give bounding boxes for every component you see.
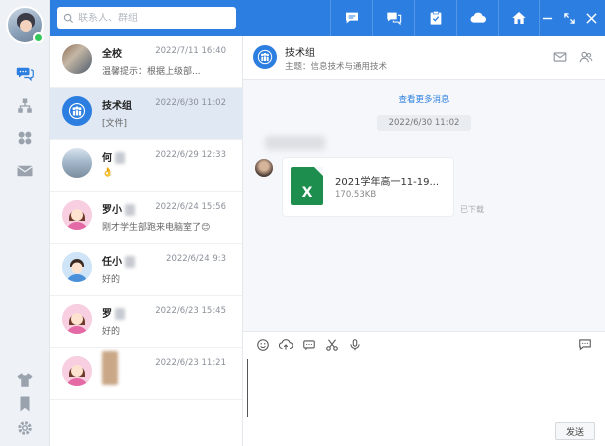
- search-icon: [63, 13, 74, 23]
- conversation-preview: 好的: [102, 275, 121, 285]
- sender-name-blurred: [265, 136, 325, 150]
- top-bar: [50, 0, 605, 36]
- emoji-icon[interactable]: [255, 337, 270, 352]
- conversation-time: 2022/6/23 11:21: [155, 358, 226, 368]
- task-clipboard-icon[interactable]: [414, 0, 456, 36]
- group-avatar: [253, 45, 277, 69]
- conversation-name: 何: [102, 149, 126, 164]
- conversation-item[interactable]: 全校 2022/7/11 16:40 温馨提示：根据上级部...: [50, 36, 242, 88]
- message-history-icon[interactable]: [578, 337, 593, 352]
- send-button[interactable]: 发送: [555, 422, 595, 440]
- avatar: [62, 200, 92, 230]
- conversation-name: 罗: [102, 305, 126, 320]
- avatar: [62, 356, 92, 386]
- chat-panel: 技术组 主题：信息技术与通用技术 查看更多消息 2022/6/30 11:02 …: [243, 36, 605, 446]
- conversation-preview: [文件]: [102, 119, 128, 129]
- apps-nav-icon[interactable]: [13, 127, 37, 149]
- conversation-list: 全校 2022/7/11 16:40 温馨提示：根据上级部... 技术组 202…: [50, 36, 243, 446]
- conversation-item[interactable]: 任小 2022/6/24 9:3 好的: [50, 244, 242, 296]
- close-icon[interactable]: [583, 10, 599, 26]
- minimize-icon[interactable]: [539, 10, 555, 26]
- conversation-time: 2022/6/30 11:02: [155, 98, 226, 108]
- search-box[interactable]: [57, 7, 236, 29]
- file-name: 2021学年高一11-19...: [335, 177, 440, 188]
- conversation-name: 全校: [102, 49, 122, 60]
- sender-avatar[interactable]: [255, 159, 273, 177]
- conversation-name: 技术组: [102, 101, 132, 112]
- group-people-icon: [68, 102, 86, 120]
- conversation-name: 任小: [102, 253, 136, 268]
- messages-nav-icon[interactable]: [13, 62, 37, 84]
- conversation-preview: 温馨提示：根据上级部...: [102, 67, 201, 77]
- message-composer: 发送: [243, 331, 605, 446]
- conversation-time: 2022/6/29 12:33: [155, 150, 226, 160]
- conversation-time: 2022/7/11 16:40: [155, 46, 226, 56]
- search-input[interactable]: [78, 12, 218, 24]
- left-rail: [0, 0, 50, 446]
- mail-nav-icon[interactable]: [13, 160, 37, 182]
- settings-gear-icon[interactable]: [13, 417, 37, 439]
- bookmark-icon[interactable]: [13, 393, 37, 415]
- avatar: [62, 252, 92, 282]
- online-status-dot: [33, 32, 44, 43]
- avatar: [62, 44, 92, 74]
- load-more-link[interactable]: 查看更多消息: [243, 93, 605, 105]
- upload-icon[interactable]: [278, 337, 293, 352]
- chat-bubble-icon[interactable]: [330, 0, 372, 36]
- conversation-time: 2022/6/24 9:3: [166, 254, 226, 264]
- group-chat-icon[interactable]: [372, 0, 414, 36]
- my-avatar[interactable]: [6, 6, 44, 44]
- theme-shirt-icon[interactable]: [13, 369, 37, 391]
- home-icon[interactable]: [498, 0, 540, 36]
- conversation-preview: 👌: [102, 168, 114, 178]
- quick-reply-icon[interactable]: [301, 337, 316, 352]
- excel-file-icon: X: [291, 167, 323, 205]
- file-message-card[interactable]: X 2021学年高一11-19... 170.53KB: [283, 158, 453, 216]
- message-input[interactable]: [247, 359, 601, 417]
- conversation-item[interactable]: 罗小 2022/6/24 15:56 刚才学生部跑来电脑室了😊: [50, 192, 242, 244]
- avatar: [62, 304, 92, 334]
- avatar: [62, 148, 92, 178]
- conversation-preview: 好的: [102, 327, 121, 337]
- chat-topic: 主题：信息技术与通用技术: [285, 62, 388, 72]
- group-avatar: [62, 96, 92, 126]
- organization-nav-icon[interactable]: [13, 95, 37, 117]
- cloud-icon[interactable]: [456, 0, 498, 36]
- microphone-icon[interactable]: [347, 337, 362, 352]
- conversation-item[interactable]: 罗 2022/6/23 15:45 好的: [50, 296, 242, 348]
- conversation-item[interactable]: 2022/6/23 11:21: [50, 348, 242, 400]
- group-people-icon: [257, 49, 273, 65]
- file-size: 170.53KB: [335, 190, 377, 200]
- conversation-item[interactable]: 技术组 2022/6/30 11:02 [文件]: [50, 88, 242, 140]
- message-date: 2022/6/30 11:02: [377, 115, 471, 131]
- screenshot-scissors-icon[interactable]: [324, 337, 339, 352]
- members-icon[interactable]: [579, 50, 593, 64]
- conversation-time: 2022/6/23 15:45: [155, 306, 226, 316]
- conversation-preview: 刚才学生部跑来电脑室了😊: [102, 223, 211, 233]
- chat-header: 技术组 主题：信息技术与通用技术: [243, 36, 605, 80]
- maximize-icon[interactable]: [561, 10, 577, 26]
- conversation-time: 2022/6/24 15:56: [155, 202, 226, 212]
- conversation-name: [102, 351, 118, 385]
- conversation-name: 罗小: [102, 201, 136, 216]
- chat-title: 技术组: [285, 48, 315, 59]
- mail-icon[interactable]: [553, 50, 567, 64]
- conversation-item[interactable]: 何 2022/6/29 12:33 👌: [50, 140, 242, 192]
- download-status: 已下载: [460, 205, 484, 214]
